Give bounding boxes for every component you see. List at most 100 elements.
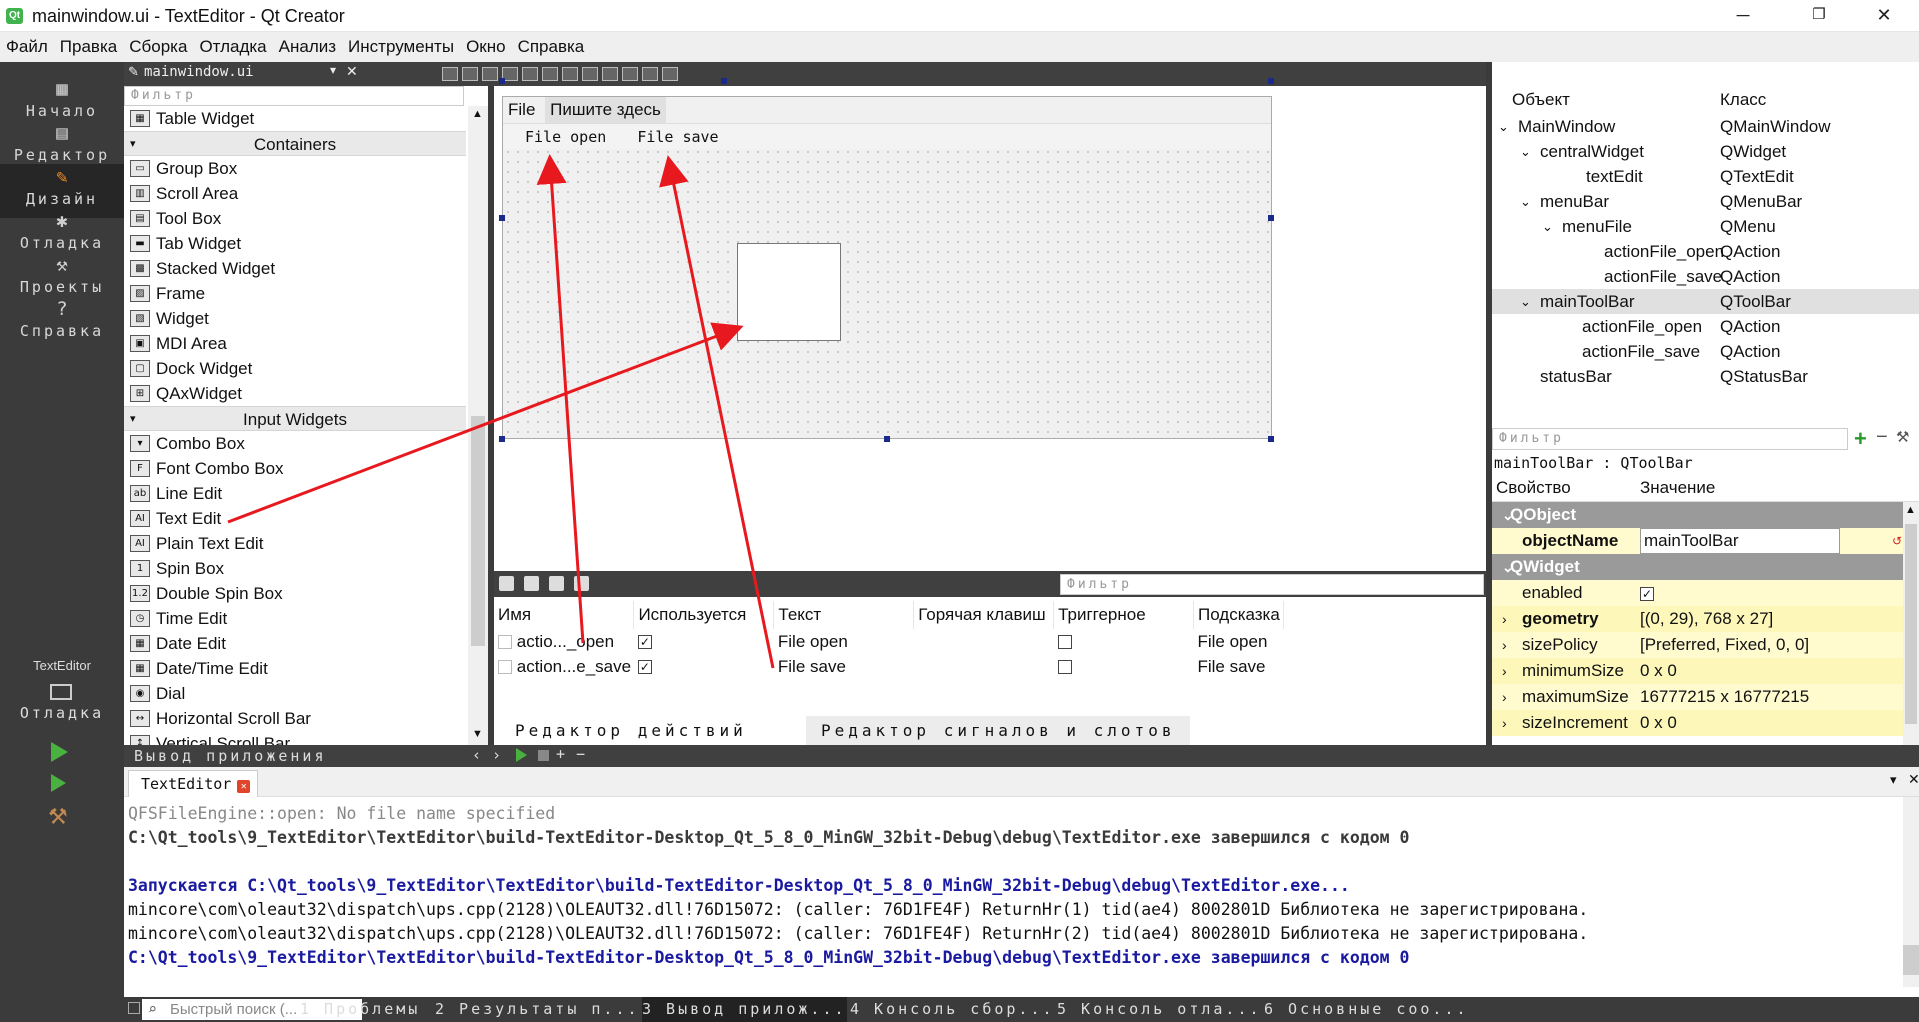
checkable-checkbox[interactable] [1057, 635, 1072, 650]
resize-handle[interactable] [499, 78, 505, 84]
widget-item[interactable]: AI Text Edit [124, 506, 466, 531]
col-name[interactable]: Имя [494, 601, 635, 629]
widget-item[interactable]: ab Line Edit [124, 481, 466, 506]
open-file-name[interactable]: mainwindow.ui [144, 64, 254, 80]
copy-action-icon[interactable] [524, 576, 539, 591]
splitter-vertical-icon[interactable] [582, 67, 598, 81]
resize-handle[interactable] [499, 436, 505, 442]
used-checkbox[interactable]: ✓ [637, 635, 652, 650]
widget-item[interactable]: ▦ Date/Time Edit [124, 656, 466, 681]
menu-tools[interactable]: Инструменты [342, 32, 460, 62]
build-hammer-icon[interactable]: ⚒ [48, 804, 68, 830]
mode-help[interactable]: ? Справка [0, 296, 124, 350]
run-icon[interactable] [51, 742, 68, 762]
resize-handle[interactable] [499, 215, 505, 221]
edit-buddies-icon[interactable] [482, 67, 498, 81]
reset-property-icon[interactable]: ↺ [1892, 528, 1902, 554]
pane-issues[interactable]: 1 Проблемы [300, 997, 420, 1022]
widget-item[interactable]: ▬ Tab Widget [124, 231, 466, 256]
expand-arrow-icon[interactable]: ⌄ [1520, 289, 1531, 314]
widget-category[interactable]: ▾ Input Widgets [124, 406, 466, 431]
property-group[interactable]: ⌄ QObject [1492, 502, 1903, 528]
widget-item[interactable]: ▩ Stacked Widget [124, 256, 466, 281]
layout-grid-icon[interactable] [622, 67, 638, 81]
object-tree-row[interactable]: textEdit QTextEdit [1492, 164, 1919, 189]
adjust-size-icon[interactable] [662, 67, 678, 81]
resize-handle[interactable] [721, 78, 727, 84]
zoom-out-icon[interactable]: − [576, 745, 585, 763]
menu-debug[interactable]: Отладка [193, 32, 272, 62]
close-button[interactable]: ✕ [1855, 0, 1913, 32]
close-tab-icon[interactable]: ✕ [237, 780, 251, 793]
col-tooltip[interactable]: Подсказка [1193, 601, 1285, 629]
form-menu-file[interactable]: File [503, 97, 540, 123]
col-object[interactable]: Объект [1512, 86, 1570, 114]
table-row[interactable]: actio..._open ✓ File open File open [494, 629, 1284, 654]
edit-widgets-icon[interactable] [442, 67, 458, 81]
menu-help[interactable]: Справка [512, 32, 591, 62]
widget-item[interactable]: F Font Combo Box [124, 456, 466, 481]
property-row[interactable]: enabled ✓ [1492, 580, 1903, 606]
widget-list-scrollbar[interactable]: ▲ ▼ [468, 106, 488, 745]
minimize-button[interactable]: ─ [1714, 0, 1772, 32]
property-group[interactable]: ⌄ QWidget [1492, 554, 1903, 580]
expand-arrow-icon[interactable]: › [1502, 684, 1507, 710]
delete-action-icon[interactable] [574, 576, 589, 591]
expand-arrow-icon[interactable]: › [1502, 606, 1507, 632]
expand-arrow-icon[interactable]: › [1502, 658, 1507, 684]
object-tree-row[interactable]: actionFile_open QAction [1492, 314, 1919, 339]
file-dropdown-icon[interactable]: ▾ [330, 63, 336, 77]
zoom-in-icon[interactable]: + [556, 745, 565, 763]
property-row[interactable]: › sizePolicy [Preferred, Fixed, 0, 0] [1492, 632, 1903, 658]
object-tree-row[interactable]: actionFile_open QAction [1492, 239, 1919, 264]
action-filter-input[interactable]: Фильтр [1060, 574, 1484, 595]
pane-debugger-console[interactable]: 5 Консоль отла... [1057, 997, 1262, 1022]
property-value[interactable]: [Preferred, Fixed, 0, 0] [1640, 632, 1809, 658]
layout-vertical-icon[interactable] [542, 67, 558, 81]
col-used[interactable]: Используется [633, 601, 775, 629]
pane-search-results[interactable]: 2 Результаты п... [435, 997, 640, 1022]
nav-prev-icon[interactable]: ‹ [472, 746, 481, 764]
widget-item[interactable]: ◉ Dial [124, 681, 466, 706]
layout-form-icon[interactable] [602, 67, 618, 81]
object-tree-row[interactable]: actionFile_save QAction [1492, 264, 1919, 289]
property-row[interactable]: › sizeIncrement 0 x 0 [1492, 710, 1903, 736]
scroll-thumb[interactable] [1903, 945, 1919, 975]
expand-arrow-icon[interactable]: › [1502, 710, 1507, 736]
widget-item[interactable]: ▦ Table Widget [124, 106, 466, 131]
tab-signal-slot-editor[interactable]: Редактор сигналов и слотов [806, 716, 1191, 745]
output-scrollbar[interactable] [1903, 797, 1919, 987]
object-name-field[interactable]: mainToolBar [1640, 528, 1840, 554]
expand-arrow-icon[interactable]: ⌄ [1520, 139, 1531, 164]
property-row[interactable]: objectName mainToolBar ↺ [1492, 528, 1903, 554]
expand-arrow-icon[interactable]: ⌄ [1520, 189, 1531, 214]
widget-item[interactable]: ⊞ QAxWidget [124, 381, 466, 406]
new-action-icon[interactable] [499, 576, 514, 591]
pane-compile-output[interactable]: 4 Консоль сбор... [850, 997, 1055, 1022]
property-value[interactable]: 0 x 0 [1640, 658, 1677, 684]
pane-general-messages[interactable]: 6 Основные соо... [1264, 997, 1469, 1022]
property-row[interactable]: › maximumSize 16777215 x 16777215 [1492, 684, 1903, 710]
remove-property-icon[interactable]: − [1876, 426, 1888, 449]
resize-handle[interactable] [1268, 78, 1274, 84]
scroll-thumb[interactable] [1905, 524, 1917, 724]
scroll-thumb[interactable] [471, 416, 485, 646]
widget-item[interactable]: 1.2 Double Spin Box [124, 581, 466, 606]
col-property[interactable]: Свойство [1496, 474, 1571, 502]
widget-item[interactable]: ↕ Vertical Scroll Bar [124, 731, 466, 745]
toolbar-action-file-open[interactable]: File open [525, 128, 606, 146]
expand-arrow-icon[interactable]: ⌄ [1498, 114, 1509, 139]
widget-item[interactable]: AI Plain Text Edit [124, 531, 466, 556]
nav-next-icon[interactable]: › [492, 746, 501, 764]
object-tree-row[interactable]: ⌄ menuFile QMenu [1492, 214, 1919, 239]
resize-handle[interactable] [884, 436, 890, 442]
stop-icon[interactable] [538, 750, 549, 761]
property-row[interactable]: › geometry [(0, 29), 768 x 27] [1492, 606, 1903, 632]
widget-item[interactable]: ▾ Combo Box [124, 431, 466, 456]
text-edit-widget[interactable] [737, 243, 841, 341]
widget-item[interactable]: ▨ Frame [124, 281, 466, 306]
widget-item[interactable]: ↔ Horizontal Scroll Bar [124, 706, 466, 731]
configure-icon[interactable]: ⚒ [1896, 428, 1909, 446]
col-text[interactable]: Текст [773, 601, 915, 629]
widget-item[interactable]: ▤ Tool Box [124, 206, 466, 231]
